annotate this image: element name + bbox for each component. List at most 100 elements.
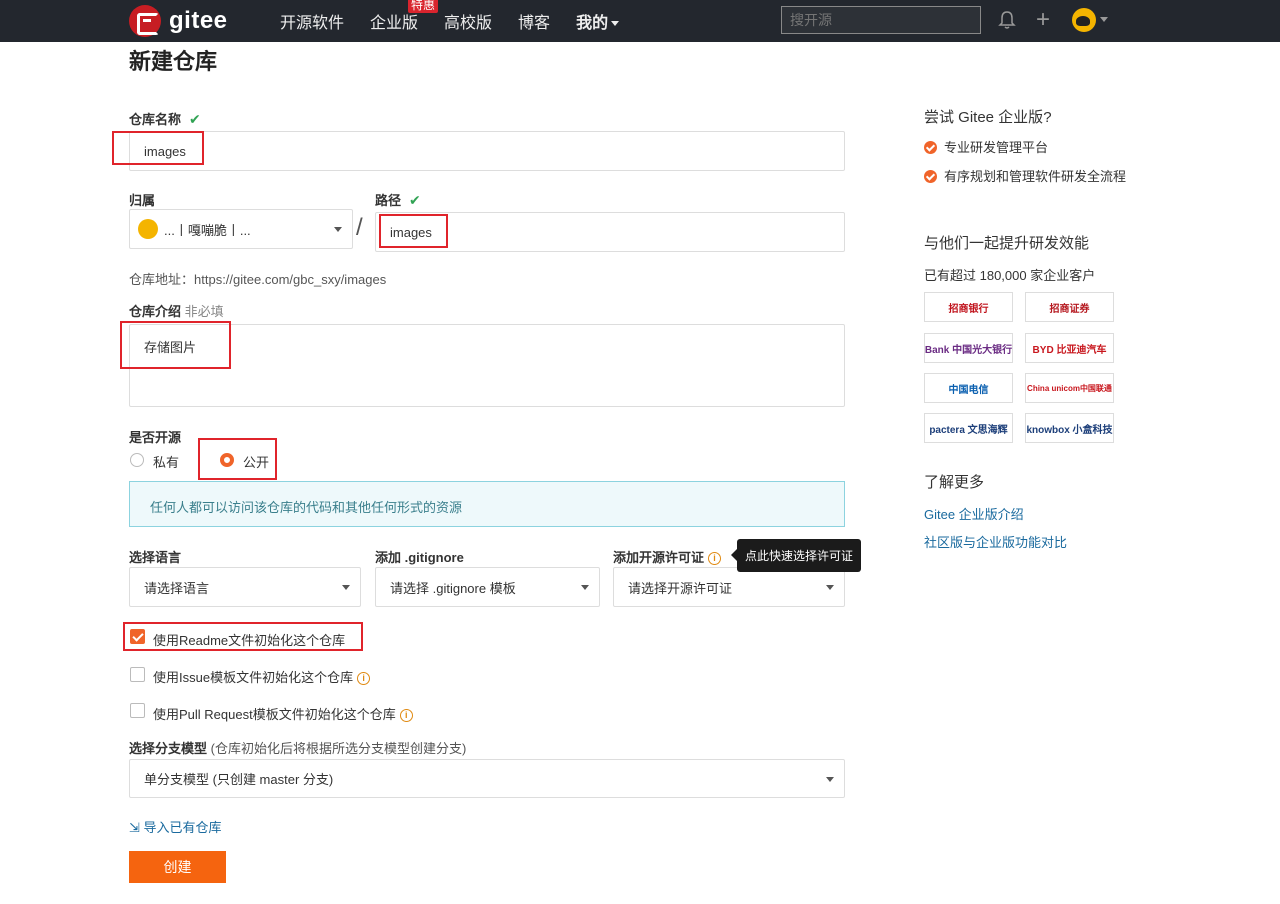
customers-text: 已有超过 180,000 家企业客户 — [924, 268, 1096, 283]
private-label[interactable]: 私有 — [153, 452, 179, 471]
owner-select[interactable]: ...丨嘎嘣脆丨... — [129, 209, 353, 249]
chevron-down-icon — [826, 776, 834, 782]
chevron-down-icon — [334, 227, 342, 232]
chevron-down-icon[interactable] — [1100, 17, 1108, 22]
customer-logo: 招商证券 — [1025, 292, 1114, 322]
repo-name-label-text: 仓库名称 — [129, 112, 182, 127]
sidebar-try-title: 尝试 Gitee 企业版? — [924, 109, 1052, 126]
highlight-box — [379, 214, 448, 248]
customer-logo: China unicom中国联通 — [1025, 373, 1114, 403]
public-info-box: 任何人都可以访问该仓库的代码和其他任何形式的资源 — [129, 481, 845, 527]
nav-mine[interactable]: 我的 — [576, 9, 620, 33]
owner-avatar — [138, 219, 158, 239]
desc-label: 仓库介绍 非必填 — [129, 301, 224, 320]
branch-label-text: 选择分支模型 — [129, 741, 208, 756]
chevron-down-icon — [581, 585, 589, 590]
branch-label: 选择分支模型 (仓库初始化后将根据所选分支模型创建分支) — [129, 738, 466, 757]
desc-textarea[interactable]: 存储图片 — [129, 324, 845, 407]
user-avatar[interactable] — [1072, 8, 1096, 32]
license-label-text: 添加开源许可证 — [613, 550, 705, 565]
desc-label-text: 仓库介绍 — [129, 304, 182, 319]
search-input[interactable] — [781, 6, 981, 34]
path-separator: / — [356, 214, 363, 241]
language-label: 选择语言 — [129, 550, 182, 565]
gitignore-value: 请选择 .gitignore 模板 — [390, 580, 516, 596]
try-item-text: 专业研发管理平台 — [944, 140, 1049, 155]
license-label: 添加开源许可证 i — [613, 547, 722, 566]
bell-icon[interactable] — [998, 10, 1016, 30]
customer-logo: 中国电信 — [924, 373, 1013, 403]
check-icon: ✔ — [189, 111, 201, 127]
nav-enterprise[interactable]: 企业版 特惠 — [370, 0, 439, 33]
language-value: 请选择语言 — [144, 580, 210, 596]
logo-text: gitee — [169, 7, 228, 34]
highlight-box — [120, 321, 231, 369]
nav-enterprise-label: 企业版 — [370, 15, 419, 32]
gitignore-select[interactable]: 请选择 .gitignore 模板 — [375, 567, 600, 607]
compare-link[interactable]: 社区版与企业版功能对比 — [924, 532, 1067, 551]
highlight-box — [123, 622, 363, 651]
check-icon: ✔ — [409, 192, 421, 208]
chevron-down-icon — [826, 585, 834, 590]
chevron-down-icon — [342, 585, 350, 590]
page-title: 新建仓库 — [129, 49, 218, 74]
language-select[interactable]: 请选择语言 — [129, 567, 361, 607]
branch-select[interactable]: 单分支模型 (只创建 master 分支) — [129, 759, 845, 798]
license-tooltip: 点此快速选择许可证 — [730, 539, 862, 572]
nav-university[interactable]: 高校版 — [444, 9, 492, 33]
nav-blog[interactable]: 博客 — [518, 9, 550, 33]
path-label: 路径 ✔ — [375, 190, 421, 209]
private-radio[interactable] — [130, 453, 144, 467]
license-value: 请选择开源许可证 — [628, 580, 733, 596]
repo-url-label: 仓库地址： — [129, 272, 195, 287]
desc-optional: 非必填 — [184, 304, 224, 319]
repo-name-input[interactable]: images — [129, 131, 845, 171]
branch-hint: (仓库初始化后将根据所选分支模型创建分支) — [210, 741, 467, 756]
check-circle-icon — [924, 170, 937, 183]
highlight-box — [112, 131, 204, 165]
customer-logo: Bank 中国光大银行 — [924, 333, 1013, 363]
pr-checkbox[interactable] — [130, 703, 145, 718]
import-icon: ⇲ — [129, 820, 140, 835]
owner-value: ...丨嘎嘣脆丨... — [164, 222, 251, 238]
main-nav: 开源软件 企业版 特惠 高校版 博客 我的 — [280, 0, 645, 42]
pr-label: 使用Pull Request模板文件初始化这个仓库 — [153, 707, 396, 722]
enterprise-intro-link[interactable]: Gitee 企业版介绍 — [924, 504, 1024, 523]
create-button[interactable]: 创建 — [129, 851, 226, 883]
info-icon[interactable]: i — [708, 552, 722, 566]
owner-label: 归属 — [129, 193, 156, 208]
highlight-box — [198, 438, 277, 480]
customer-logo: BYD 比亚迪汽车 — [1025, 333, 1114, 363]
sidebar-try-item: 有序规划和管理软件研发全流程 — [924, 168, 1134, 186]
open-source-label: 是否开源 — [129, 430, 182, 445]
info-icon[interactable]: i — [357, 672, 371, 686]
promo-badge: 特惠 — [408, 0, 439, 13]
info-icon[interactable]: i — [399, 709, 413, 723]
pr-row[interactable]: 使用Pull Request模板文件初始化这个仓库 i — [153, 704, 413, 723]
import-label: 导入已有仓库 — [143, 820, 222, 835]
sidebar-together-title: 与他们一起提升研发效能 — [924, 235, 1090, 252]
nav-mine-label: 我的 — [576, 15, 609, 32]
sidebar-try-item: 专业研发管理平台 — [924, 139, 1124, 157]
customer-logo: pactera 文思海辉 — [924, 413, 1013, 443]
customer-logo: 招商银行 — [924, 292, 1013, 322]
gitignore-label: 添加 .gitignore — [375, 550, 464, 565]
plus-icon[interactable]: + — [1036, 8, 1050, 32]
try-item-text: 有序规划和管理软件研发全流程 — [944, 169, 1127, 184]
license-select[interactable]: 请选择开源许可证 — [613, 567, 845, 607]
issue-row[interactable]: 使用Issue模板文件初始化这个仓库 i — [153, 667, 371, 686]
repo-name-label: 仓库名称 ✔ — [129, 109, 201, 128]
chevron-down-icon — [611, 21, 620, 27]
customer-logo: knowbox 小盒科技 — [1025, 413, 1114, 443]
repo-url-value: https://gitee.com/gbc_sxy/images — [194, 272, 387, 287]
top-nav-bar: gitee 开源软件 企业版 特惠 高校版 博客 我的 + — [0, 0, 1280, 42]
nav-open-source[interactable]: 开源软件 — [280, 9, 344, 33]
branch-value: 单分支模型 (只创建 master 分支) — [144, 772, 334, 787]
import-repo-link[interactable]: ⇲ 导入已有仓库 — [129, 817, 222, 836]
path-label-text: 路径 — [375, 193, 402, 208]
gitee-logo[interactable]: gitee — [129, 5, 228, 37]
repo-url: 仓库地址：https://gitee.com/gbc_sxy/images — [129, 269, 386, 288]
sidebar-learn-title: 了解更多 — [924, 474, 985, 491]
check-circle-icon — [924, 141, 937, 154]
issue-checkbox[interactable] — [130, 667, 145, 682]
